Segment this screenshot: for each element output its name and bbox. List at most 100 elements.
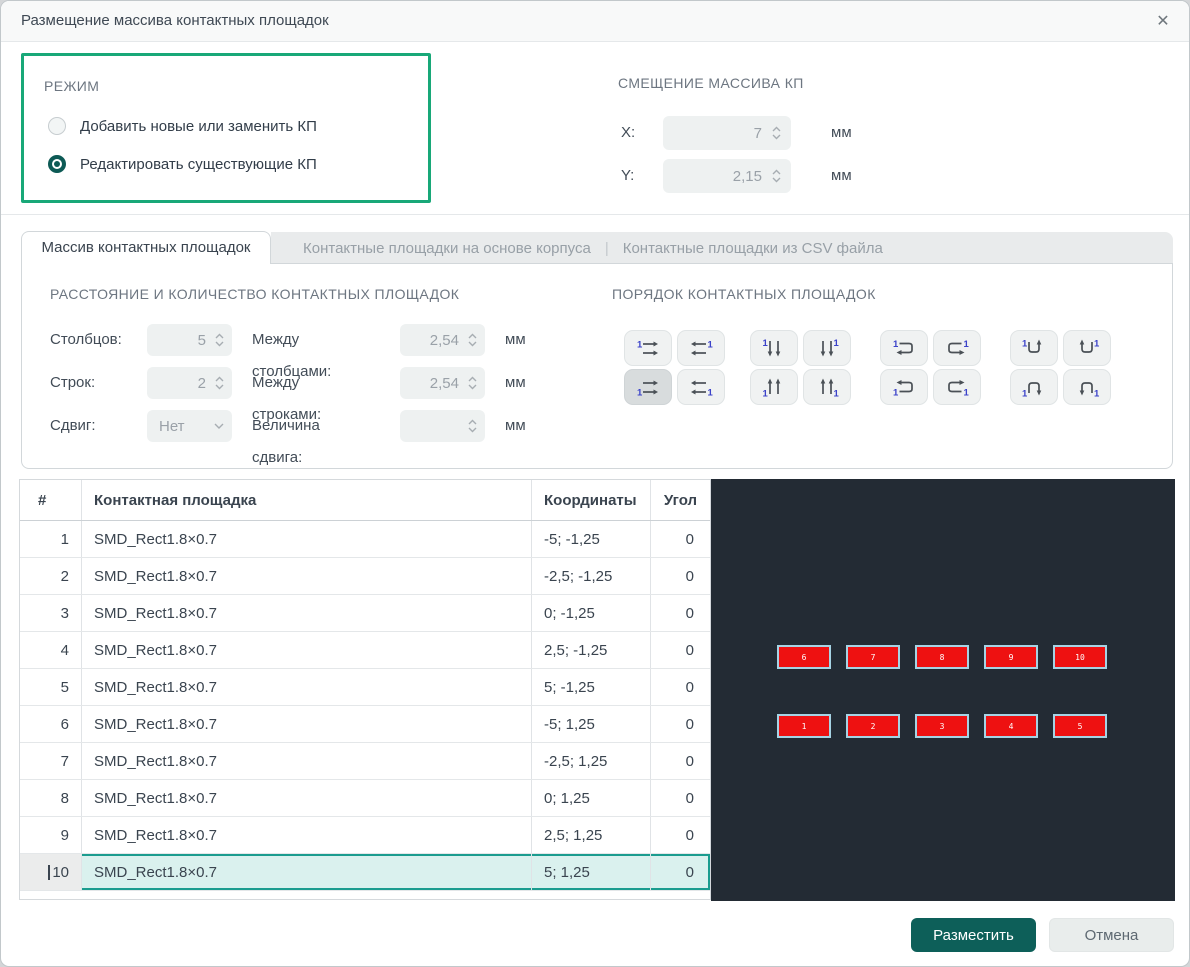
row-index-editing[interactable]: 10 <box>20 854 82 890</box>
spinner-updown-icon[interactable] <box>215 333 224 347</box>
spinner-updown-icon[interactable] <box>772 126 781 140</box>
order-snake-col-start-top-right-icon[interactable]: 1 <box>1063 330 1111 366</box>
pads-preview-canvas[interactable]: 6 7 8 9 10 1 2 3 4 5 <box>711 479 1175 901</box>
radio-unselected-icon[interactable] <box>48 117 66 135</box>
table-row[interactable]: 5 SMD_Rect1.8×0.7 5; -1,25 0 <box>20 669 710 706</box>
order-snake-row-start-top-left-icon[interactable]: 1 <box>880 330 928 366</box>
order-row-rtl-start-bottom-icon[interactable]: 1 <box>677 369 725 405</box>
shift-value: Нет <box>159 417 185 435</box>
col-header-index[interactable]: # <box>20 480 82 520</box>
mode-option-edit-existing[interactable]: Редактировать существующие КП <box>48 154 317 174</box>
order-snake-row-start-top-right-icon[interactable]: 1 <box>933 330 981 366</box>
table-row[interactable]: 9 SMD_Rect1.8×0.7 2,5; 1,25 0 <box>20 817 710 854</box>
svg-text:1: 1 <box>964 339 970 350</box>
order-col-down-start-right-icon[interactable]: 1 <box>803 330 851 366</box>
row-angle: 0 <box>685 530 694 548</box>
order-row-ltr-start-bottom-icon[interactable]: 1 <box>624 369 672 405</box>
table-row[interactable]: 7 SMD_Rect1.8×0.7 -2,5; 1,25 0 <box>20 743 710 780</box>
tab-pads-from-package[interactable]: Контактные площадки на основе корпуса <box>303 240 591 257</box>
col-header-angle[interactable]: Угол <box>651 480 710 520</box>
tabstrip: Массив контактных площадок Контактные пл… <box>21 231 1173 264</box>
text-caret <box>48 864 51 880</box>
radio-selected-icon[interactable] <box>48 155 66 173</box>
row-pad: SMD_Rect1.8×0.7 <box>82 743 532 779</box>
svg-text:1: 1 <box>763 389 769 399</box>
order-snake-col-start-top-left-icon[interactable]: 1 <box>1010 330 1058 366</box>
offset-x-label: X: <box>621 124 636 141</box>
cancel-button[interactable]: Отмена <box>1049 918 1174 952</box>
shift-amount-input[interactable] <box>400 410 485 442</box>
offset-y-input[interactable]: 2,15 <box>663 159 791 193</box>
row-spacing-input[interactable]: 2,54 <box>400 367 485 399</box>
table-row[interactable]: 2 SMD_Rect1.8×0.7 -2,5; -1,25 0 <box>20 558 710 595</box>
row-coords: -5; -1,25 <box>532 521 651 557</box>
row-pad: SMD_Rect1.8×0.7 <box>82 854 532 890</box>
table-row[interactable]: 8 SMD_Rect1.8×0.7 0; 1,25 0 <box>20 780 710 817</box>
pad-array-placement-dialog: Размещение массива контактных площадок ✕… <box>0 0 1190 967</box>
order-snake-row-start-bottom-left-icon[interactable]: 1 <box>880 369 928 405</box>
row-index: 3 <box>20 595 82 631</box>
row-pad: SMD_Rect1.8×0.7 <box>82 595 532 631</box>
spinner-updown-icon[interactable] <box>468 333 477 347</box>
spinner-updown-icon[interactable] <box>468 419 477 433</box>
pad-rect: 6 <box>777 645 831 669</box>
pad-rect: 7 <box>846 645 900 669</box>
row-index: 2 <box>20 558 82 594</box>
row-pad: SMD_Rect1.8×0.7 <box>82 706 532 742</box>
order-snake-row-start-bottom-right-icon[interactable]: 1 <box>933 369 981 405</box>
row-coords: -2,5; 1,25 <box>532 743 651 779</box>
place-button[interactable]: Разместить <box>911 918 1036 952</box>
table-row[interactable]: 4 SMD_Rect1.8×0.7 2,5; -1,25 0 <box>20 632 710 669</box>
shift-dropdown[interactable]: Нет <box>147 410 232 442</box>
row-index: 4 <box>20 632 82 668</box>
row-angle: 0 <box>685 752 694 770</box>
row-angle: 0 <box>685 567 694 585</box>
order-col-down-start-left-icon[interactable]: 1 <box>750 330 798 366</box>
pad-rect: 5 <box>1053 714 1107 738</box>
mode-group-title: РЕЖИМ <box>44 78 100 94</box>
row-spacing-unit: мм <box>505 374 526 391</box>
svg-text:1: 1 <box>1094 389 1100 399</box>
table-row[interactable]: 1 SMD_Rect1.8×0.7 -5; -1,25 0 <box>20 521 710 558</box>
order-snake-col-start-bottom-right-icon[interactable]: 1 <box>1063 369 1111 405</box>
row-pad: SMD_Rect1.8×0.7 <box>82 521 532 557</box>
rows-input[interactable]: 2 <box>147 367 232 399</box>
tab-pad-array[interactable]: Массив контактных площадок <box>21 231 271 264</box>
row-coords: 2,5; -1,25 <box>532 632 651 668</box>
order-col-up-start-left-icon[interactable]: 1 <box>750 369 798 405</box>
table-row[interactable]: 6 SMD_Rect1.8×0.7 -5; 1,25 0 <box>20 706 710 743</box>
section-divider <box>1 214 1189 215</box>
col-header-coords[interactable]: Координаты <box>532 480 651 520</box>
row-pad: SMD_Rect1.8×0.7 <box>82 558 532 594</box>
column-spacing-input[interactable]: 2,54 <box>400 324 485 356</box>
spinner-updown-icon[interactable] <box>772 169 781 183</box>
row-angle: 0 <box>685 863 694 881</box>
table-row[interactable]: 3 SMD_Rect1.8×0.7 0; -1,25 0 <box>20 595 710 632</box>
col-header-pad[interactable]: Контактная площадка <box>82 480 532 520</box>
row-index: 8 <box>20 780 82 816</box>
offset-x-input[interactable]: 7 <box>663 116 791 150</box>
order-row-rtl-start-top-icon[interactable]: 1 <box>677 330 725 366</box>
row-spacing-value: 2,54 <box>429 374 459 392</box>
pad-rect: 4 <box>984 714 1038 738</box>
order-row-ltr-start-top-icon[interactable]: 1 <box>624 330 672 366</box>
spinner-updown-icon[interactable] <box>215 376 224 390</box>
table-row-selected[interactable]: 10 SMD_Rect1.8×0.7 5; 1,25 0 <box>20 854 710 891</box>
shift-label: Сдвиг: <box>50 417 96 434</box>
order-snake-col-start-bottom-left-icon[interactable]: 1 <box>1010 369 1058 405</box>
order-col-up-start-right-icon[interactable]: 1 <box>803 369 851 405</box>
column-spacing-unit: мм <box>505 331 526 348</box>
close-icon[interactable]: ✕ <box>1151 10 1175 34</box>
row-index: 5 <box>20 669 82 705</box>
row-angle: 0 <box>685 715 694 733</box>
tab-content-card: РАССТОЯНИЕ И КОЛИЧЕСТВО КОНТАКТНЫХ ПЛОЩА… <box>21 263 1173 469</box>
svg-text:1: 1 <box>834 389 840 399</box>
columns-input[interactable]: 5 <box>147 324 232 356</box>
row-index: 1 <box>20 521 82 557</box>
spinner-updown-icon[interactable] <box>468 376 477 390</box>
mode-option-add-new[interactable]: Добавить новые или заменить КП <box>48 116 317 136</box>
svg-text:1: 1 <box>1094 339 1100 350</box>
columns-value: 5 <box>197 331 206 349</box>
offset-group-title: СМЕЩЕНИЕ МАССИВА КП <box>618 75 804 91</box>
tab-pads-from-csv[interactable]: Контактные площадки из CSV файла <box>623 240 883 257</box>
